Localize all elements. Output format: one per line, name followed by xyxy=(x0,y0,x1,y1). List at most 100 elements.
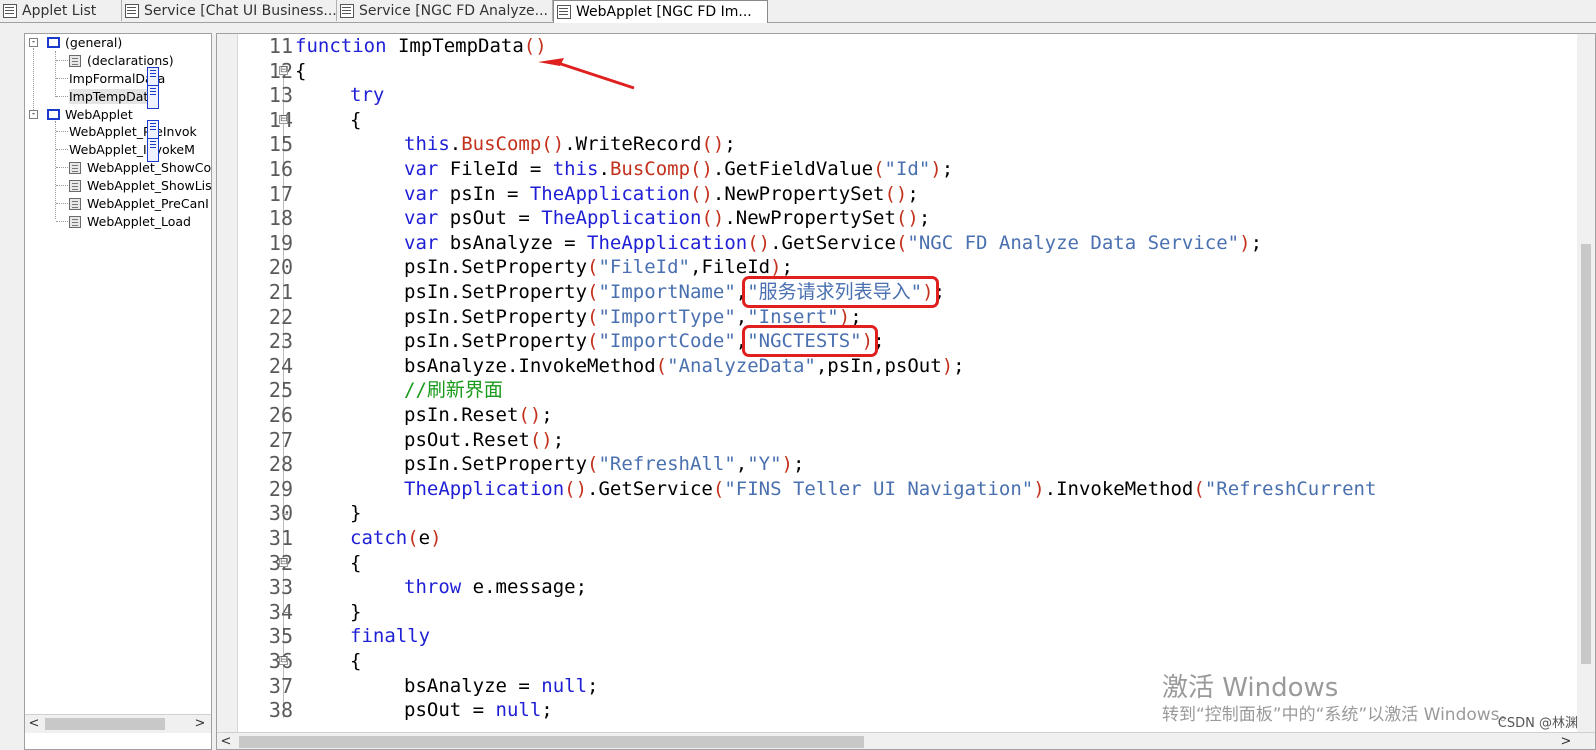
tree-node-general[interactable]: (general) xyxy=(47,34,122,51)
code-text: e xyxy=(418,527,431,549)
string-literal: "RefreshAll" xyxy=(598,453,736,476)
code-text: ; xyxy=(724,133,736,156)
editor-horizontal-scrollbar[interactable]: < > xyxy=(217,732,1595,749)
fold-toggle-icon[interactable]: ⊟ xyxy=(279,656,288,665)
line-number: 38 xyxy=(268,698,293,723)
keyword: var xyxy=(404,231,439,254)
author-credit: CSDN @林渊 xyxy=(1497,716,1578,731)
code-editor[interactable]: 11 12 13 14 15 16 17 18 19 20 21 22 23 2… xyxy=(216,33,1596,750)
scrollbar-thumb[interactable] xyxy=(239,736,864,748)
keyword: TheApplication xyxy=(541,207,702,230)
scrollbar-thumb[interactable] xyxy=(45,718,165,730)
paren: ( xyxy=(587,281,599,303)
code-text: psIn.SetProperty xyxy=(404,330,588,353)
fold-toggle-icon[interactable]: ⊟ xyxy=(279,66,288,75)
paren: ) xyxy=(770,256,782,279)
code-line-35: finally xyxy=(295,624,430,648)
event-icon xyxy=(69,179,81,192)
code-line-12: { xyxy=(295,59,306,83)
paren: ) xyxy=(1033,477,1045,500)
code-line-24: bsAnalyze.InvokeMethod("AnalyzeData",psI… xyxy=(295,354,965,378)
code-line-32: { xyxy=(295,551,361,575)
tree-horizontal-scrollbar[interactable]: < > xyxy=(25,714,211,733)
tree-node-webapplet[interactable]: WebApplet xyxy=(47,106,133,123)
tab-strip: Applet List Service [Chat UI Business...… xyxy=(0,0,1596,23)
tab-webapplet[interactable]: WebApplet [NGC FD Im... xyxy=(553,0,768,23)
code-text: ; xyxy=(781,256,793,279)
tree-node-webapplet-showcontrol[interactable]: WebApplet_ShowCo xyxy=(69,159,211,176)
code-text: .WriteRecord xyxy=(564,133,702,156)
string-literal: "Id" xyxy=(884,158,931,180)
tree-connector xyxy=(56,167,68,168)
code-text: ; xyxy=(541,699,553,722)
tree-node-webapplet-load[interactable]: WebApplet_Load xyxy=(69,213,191,230)
code-line-23: psIn.SetProperty("ImportCode","NGCTESTS"… xyxy=(295,325,885,358)
paren: () xyxy=(884,182,908,205)
code-line-33: throw e.message; xyxy=(295,575,587,599)
tree-node-imptempdata[interactable]: ImpTempData xyxy=(69,84,159,109)
scrollbar-thumb[interactable] xyxy=(1581,244,1591,664)
code-text: ; xyxy=(587,674,599,697)
editor-vertical-scrollbar[interactable] xyxy=(1577,34,1595,734)
activation-watermark-text: 转到“控制面板”中的“系统”以激活 Windows。 xyxy=(1162,705,1517,725)
tab-service-ngc-fd[interactable]: Service [NGC FD Analyze... xyxy=(337,0,553,21)
editor-gutter xyxy=(217,34,238,734)
brace: { xyxy=(350,108,362,131)
collapse-toggle[interactable]: - xyxy=(29,38,38,47)
tab-applet-list[interactable]: Applet List xyxy=(0,0,122,21)
code-text: .NewPropertySet xyxy=(724,207,896,230)
tree-node-webapplet-precaninvoke[interactable]: WebApplet_PreCanI xyxy=(69,195,209,212)
paren: ( xyxy=(712,477,725,500)
tree-connector xyxy=(56,221,68,222)
collapse-toggle[interactable]: - xyxy=(29,110,38,119)
event-icon xyxy=(69,161,81,174)
string-literal: "AnalyzeData" xyxy=(667,354,816,377)
keyword: TheApplication xyxy=(587,231,748,254)
comment: //刷新界面 xyxy=(404,379,503,402)
fold-end-marker xyxy=(283,514,288,515)
fold-toggle-icon[interactable]: ⊟ xyxy=(279,115,288,124)
code-text: .GetService xyxy=(587,477,713,500)
tab-service-chat-ui[interactable]: Service [Chat UI Business... xyxy=(122,0,337,21)
code-text: bsAnalyze = xyxy=(404,674,542,697)
code-text: psIn.Reset xyxy=(404,404,519,426)
scroll-right-arrow-icon[interactable]: > xyxy=(1557,733,1575,749)
paren: ) xyxy=(941,354,954,377)
fold-toggle-icon[interactable]: ⊟ xyxy=(279,558,288,567)
keyword: null xyxy=(541,674,588,697)
line-number: 20 xyxy=(268,255,293,280)
tree-node-webapplet-showlistcolumn[interactable]: WebApplet_ShowLis xyxy=(69,177,211,194)
buscomp-call: BusComp xyxy=(461,133,542,156)
line-number: 31 xyxy=(268,526,293,550)
code-text: ; xyxy=(541,404,553,426)
keyword: null xyxy=(495,699,542,722)
list-icon xyxy=(3,3,17,18)
string-literal: "RefreshCurrent xyxy=(1204,477,1377,500)
tree-node-webapplet-preinvoke[interactable]: WebApplet_PreInvok xyxy=(69,119,197,144)
tree-node-label: WebApplet_InvokeM xyxy=(69,142,195,157)
paren: () xyxy=(541,133,565,156)
code-line-29: TheApplication().GetService("FINS Teller… xyxy=(295,477,1376,501)
code-text: .GetService xyxy=(770,231,896,254)
scroll-left-arrow-icon[interactable]: < xyxy=(25,715,43,733)
paren: () xyxy=(690,158,713,180)
event-icon xyxy=(69,197,81,210)
code-text: psIn.SetProperty xyxy=(404,453,588,476)
brace: } xyxy=(350,600,362,623)
scroll-left-arrow-icon[interactable]: < xyxy=(217,733,235,749)
tree-connector xyxy=(55,51,56,97)
line-number: 19 xyxy=(268,230,293,255)
code-line-13: try xyxy=(295,83,384,107)
tree-node-label: WebApplet_PreCanI xyxy=(87,196,209,211)
folder-icon xyxy=(47,109,60,120)
paren: ) xyxy=(430,527,442,549)
line-number: 23 xyxy=(268,329,293,354)
tree-node-webapplet-invokemethod[interactable]: WebApplet_InvokeM xyxy=(69,137,195,162)
paren: ( xyxy=(873,158,885,180)
keyword: TheApplication xyxy=(404,477,565,500)
code-text: , xyxy=(735,453,748,476)
code-line-22: psIn.SetProperty("ImportType","Insert"); xyxy=(295,305,862,329)
tree-node-label: WebApplet_ShowCo xyxy=(87,160,212,175)
scroll-right-arrow-icon[interactable]: > xyxy=(191,715,209,733)
line-number: 13 xyxy=(268,83,293,108)
